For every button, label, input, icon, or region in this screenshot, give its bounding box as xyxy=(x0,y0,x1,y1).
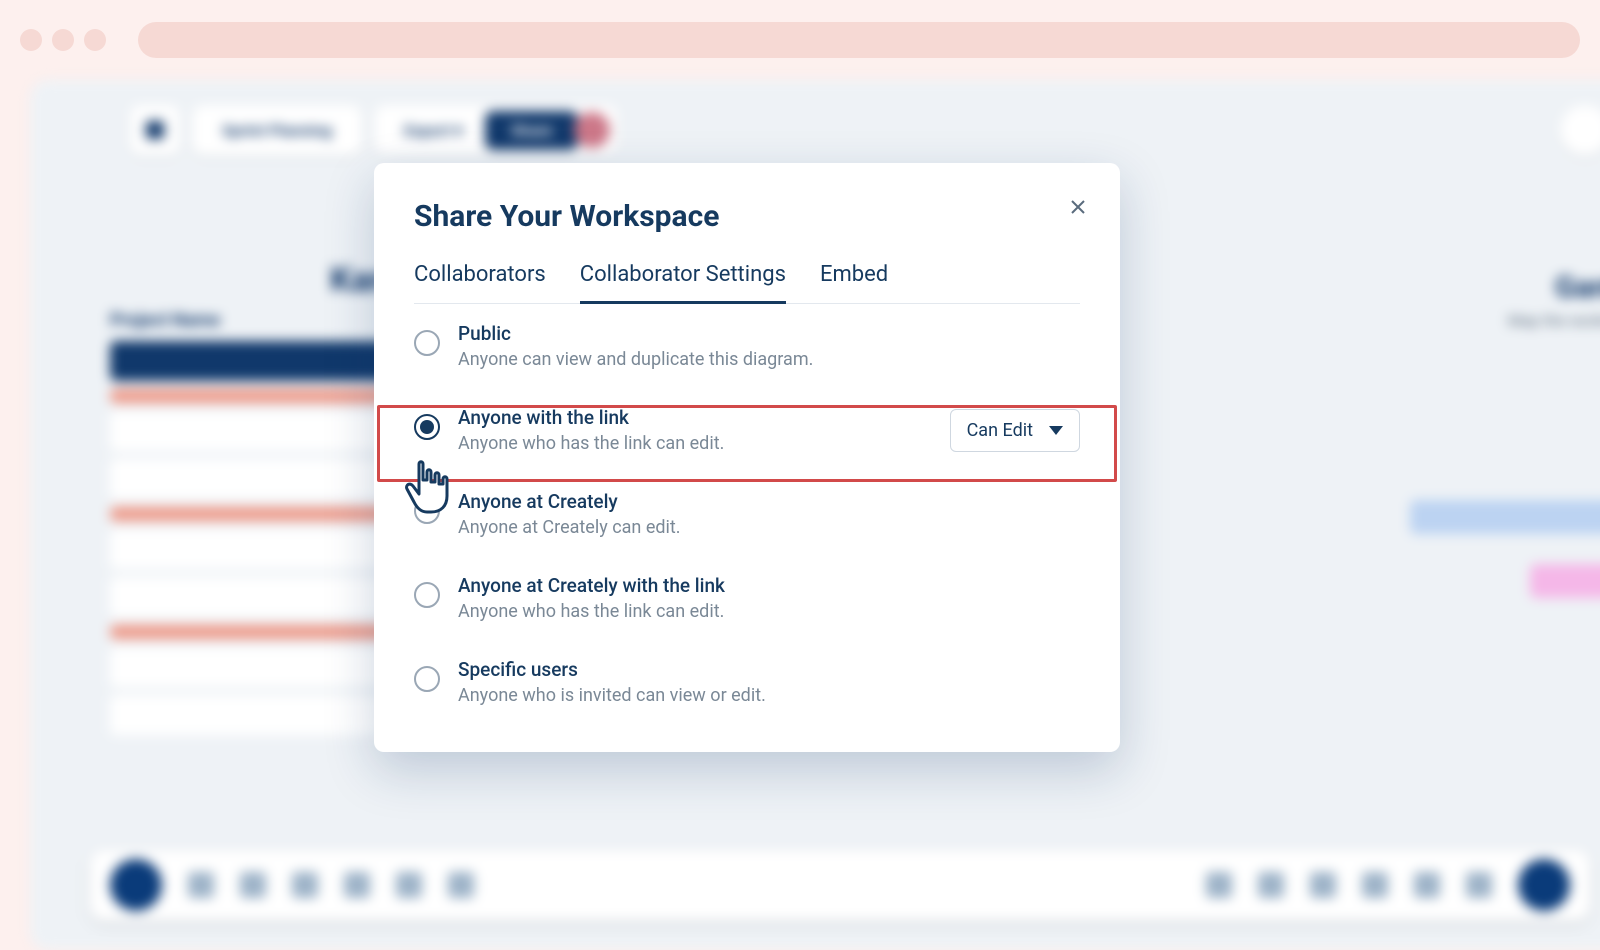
bottom-toolbar xyxy=(90,850,1590,920)
tool-icon[interactable] xyxy=(1310,872,1336,898)
list-item[interactable] xyxy=(110,695,390,735)
option-desc: Anyone who has the link can edit. xyxy=(458,433,932,454)
help-button[interactable] xyxy=(1560,105,1600,155)
permission-label: Can Edit xyxy=(967,420,1033,441)
heading-right-sub: Map the workstreams and milesto xyxy=(1508,311,1600,330)
app-toolbar: Sprint Planning Export ▾ Share xyxy=(130,105,618,155)
side-panel: Project Name xyxy=(110,310,390,743)
tab-embed[interactable]: Embed xyxy=(820,262,888,303)
tool-icon[interactable] xyxy=(396,872,422,898)
heading-right-text: Gantt Chart To xyxy=(1555,270,1600,305)
help-fab[interactable] xyxy=(1518,859,1570,911)
radio-anyone-org-link[interactable] xyxy=(414,582,440,608)
tool-icon[interactable] xyxy=(1258,872,1284,898)
menu-button[interactable] xyxy=(130,105,180,155)
option-title: Anyone at Creately with the link xyxy=(458,574,1080,597)
window-min-dot[interactable] xyxy=(52,29,74,51)
close-icon xyxy=(1071,200,1085,214)
modal-title: Share Your Workspace xyxy=(414,199,1080,234)
option-desc: Anyone who has the link can edit. xyxy=(458,601,1080,622)
window-controls xyxy=(20,29,106,51)
list-item[interactable] xyxy=(110,647,390,687)
option-title: Anyone at Creately xyxy=(458,490,1080,513)
list-item[interactable] xyxy=(110,507,390,521)
window-max-dot[interactable] xyxy=(84,29,106,51)
list-item[interactable] xyxy=(110,577,390,617)
close-button[interactable] xyxy=(1064,193,1092,221)
chevron-down-icon xyxy=(1049,426,1063,435)
option-specific-users[interactable]: Specific users Anyone who is invited can… xyxy=(414,640,1080,724)
tool-icon[interactable] xyxy=(240,872,266,898)
list-item[interactable] xyxy=(110,625,390,639)
list-item[interactable] xyxy=(110,411,390,451)
option-anyone-org-link[interactable]: Anyone at Creately with the link Anyone … xyxy=(414,556,1080,640)
option-anyone-org[interactable]: Anyone at Creately Anyone at Creately ca… xyxy=(414,472,1080,556)
tool-icon[interactable] xyxy=(1466,872,1492,898)
share-group: Export ▾ Share xyxy=(374,105,618,155)
option-title: Anyone with the link xyxy=(458,406,932,429)
share-modal: Share Your Workspace Collaborators Colla… xyxy=(374,163,1120,752)
gantt-bar[interactable] xyxy=(1410,500,1600,534)
share-button[interactable]: Share xyxy=(485,111,579,150)
radio-public[interactable] xyxy=(414,330,440,356)
window-close-dot[interactable] xyxy=(20,29,42,51)
tool-icon[interactable] xyxy=(448,872,474,898)
side-panel-label: Project Name xyxy=(110,310,390,331)
gantt-chart xyxy=(1410,500,1600,628)
avatar[interactable] xyxy=(574,112,610,148)
list-item[interactable] xyxy=(110,389,390,403)
modal-tabs: Collaborators Collaborator Settings Embe… xyxy=(414,262,1080,304)
option-desc: Anyone can view and duplicate this diagr… xyxy=(458,349,1080,370)
option-title: Public xyxy=(458,322,1080,345)
tool-icon[interactable] xyxy=(1362,872,1388,898)
radio-specific-users[interactable] xyxy=(414,666,440,692)
list-item[interactable] xyxy=(110,459,390,499)
browser-chrome xyxy=(0,0,1600,80)
radio-anyone-org[interactable] xyxy=(414,498,440,524)
list-item[interactable] xyxy=(110,341,390,381)
tool-icon[interactable] xyxy=(1206,872,1232,898)
tab-collaborator-settings[interactable]: Collaborator Settings xyxy=(580,262,786,304)
option-desc: Anyone at Creately can edit. xyxy=(458,517,1080,538)
option-desc: Anyone who is invited can view or edit. xyxy=(458,685,1080,706)
tool-icon[interactable] xyxy=(344,872,370,898)
permission-select[interactable]: Can Edit xyxy=(950,409,1080,452)
list-item[interactable] xyxy=(110,529,390,569)
tool-icon[interactable] xyxy=(1414,872,1440,898)
tool-icon[interactable] xyxy=(188,872,214,898)
url-bar[interactable] xyxy=(138,22,1580,58)
gantt-bar[interactable] xyxy=(1530,564,1600,598)
canvas-heading-right: Gantt Chart To Map the workstreams and m… xyxy=(1508,270,1600,330)
tool-icon[interactable] xyxy=(292,872,318,898)
export-label: Export xyxy=(404,121,451,140)
option-public[interactable]: Public Anyone can view and duplicate thi… xyxy=(414,304,1080,388)
option-anyone-link[interactable]: Anyone with the link Anyone who has the … xyxy=(414,388,1080,472)
radio-anyone-link[interactable] xyxy=(414,414,440,440)
doc-title[interactable]: Sprint Planning xyxy=(192,105,362,155)
add-button[interactable] xyxy=(110,859,162,911)
export-button[interactable]: Export ▾ xyxy=(382,121,485,140)
tab-collaborators[interactable]: Collaborators xyxy=(414,262,546,303)
option-title: Specific users xyxy=(458,658,1080,681)
